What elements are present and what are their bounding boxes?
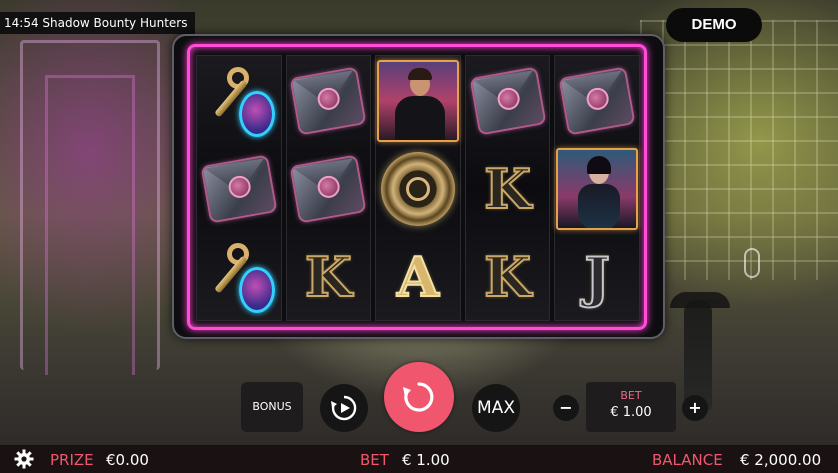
bet-value: € 1.00 — [402, 451, 450, 469]
symbol-a: A — [376, 234, 460, 320]
balance-label: BALANCE — [652, 451, 723, 469]
reel-5: J — [554, 55, 640, 321]
bet-label: BET — [360, 451, 389, 469]
spin-button[interactable] — [384, 362, 454, 432]
symbol-envelope — [287, 146, 371, 232]
bonus-button[interactable]: BONUS — [241, 382, 303, 432]
reels-area: K A K K J — [196, 55, 640, 321]
symbol-envelope — [555, 58, 639, 144]
symbol-woman-portrait — [555, 146, 639, 232]
symbol-letter: A — [396, 245, 440, 309]
symbol-envelope — [466, 58, 550, 144]
bet-display: BET € 1.00 — [586, 382, 676, 432]
symbol-k: K — [466, 146, 550, 232]
prize-value: €0.00 — [106, 451, 149, 469]
symbol-letter: J — [583, 245, 611, 309]
bet-display-label: BET — [620, 389, 642, 402]
symbol-k: K — [466, 234, 550, 320]
game-title: 14:54 Shadow Bounty Hunters — [0, 12, 196, 34]
symbol-k: K — [287, 234, 371, 320]
bet-increase-button[interactable]: + — [682, 395, 708, 421]
reel-1 — [196, 55, 282, 321]
symbol-letter: K — [483, 157, 532, 221]
bet-decrease-button[interactable]: − — [553, 395, 579, 421]
symbol-j: J — [555, 234, 639, 320]
symbol-letter: K — [483, 245, 532, 309]
symbol-envelope — [287, 58, 371, 144]
background-silhouette — [684, 300, 712, 410]
reel-2: K — [285, 55, 372, 321]
demo-badge: DEMO — [666, 8, 762, 42]
symbol-key-tag — [197, 234, 281, 320]
symbol-key-tag — [197, 58, 281, 144]
status-bar: PRIZE €0.00 BET € 1.00 BALANCE € 2,000.0… — [0, 445, 838, 473]
prize-label: PRIZE — [50, 451, 94, 469]
max-bet-button[interactable]: MAX — [472, 384, 520, 432]
reel-4: K K — [464, 55, 551, 321]
symbol-envelope — [197, 146, 281, 232]
autoplay-icon — [331, 395, 357, 421]
symbol-coin — [376, 146, 460, 232]
spin-icon — [403, 382, 434, 412]
autoplay-button[interactable] — [320, 384, 368, 432]
background-building-grid — [640, 20, 838, 280]
symbol-letter: K — [304, 245, 353, 309]
balance-value: € 2,000.00 — [740, 451, 822, 469]
reel-3: A — [375, 55, 461, 321]
bet-display-value: € 1.00 — [610, 405, 652, 420]
gear-icon[interactable] — [14, 449, 34, 469]
symbol-man-portrait — [376, 58, 460, 144]
background-sign — [744, 248, 760, 278]
background-archway-inner — [45, 75, 135, 375]
